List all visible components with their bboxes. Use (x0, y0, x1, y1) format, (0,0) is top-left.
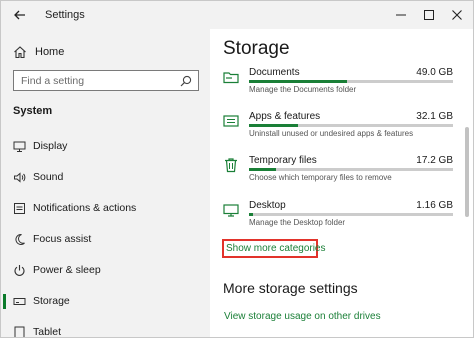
scrollbar[interactable] (465, 127, 469, 217)
sidebar-item-sound[interactable]: Sound (1, 163, 210, 191)
sidebar: Home System Display Sound (1, 29, 210, 338)
main-content: Storage Documents 49.0 GB Manage the Doc… (210, 29, 473, 337)
sidebar-item-label: Power & sleep (33, 264, 101, 276)
home-icon (14, 46, 26, 59)
search-box[interactable] (13, 70, 199, 91)
category-size: 17.2 GB (416, 155, 453, 166)
home-nav-item[interactable]: Home (13, 44, 64, 60)
page-title: Storage (223, 38, 290, 59)
sidebar-item-display[interactable]: Display (1, 132, 210, 160)
storage-category-documents[interactable]: Documents 49.0 GB Manage the Documents f… (223, 67, 453, 103)
view-other-drives-link[interactable]: View storage usage on other drives (224, 311, 381, 322)
category-name: Apps & features (249, 111, 321, 122)
usage-bar (249, 80, 453, 83)
category-description: Manage the Desktop folder (249, 218, 346, 227)
sidebar-item-label: Sound (33, 171, 64, 183)
window-title: Settings (45, 9, 85, 21)
settings-window: Settings Home System (0, 0, 474, 338)
category-name: Temporary files (249, 155, 317, 166)
usage-bar-fill (249, 213, 254, 216)
usage-bar (249, 124, 453, 127)
search-icon[interactable] (180, 75, 192, 87)
category-description: Uninstall unused or undesired apps & fea… (249, 129, 414, 138)
active-indicator (3, 294, 6, 309)
notifications-icon (14, 202, 25, 214)
monitor-icon (13, 141, 26, 152)
storage-category-temporary-files[interactable]: Temporary files 17.2 GB Choose which tem… (223, 155, 453, 191)
sidebar-item-label: Display (33, 140, 68, 152)
usage-bar (249, 213, 453, 216)
sidebar-item-label: Focus assist (33, 233, 92, 245)
category-size: 49.0 GB (416, 67, 453, 78)
sidebar-item-tablet[interactable]: Tablet (1, 318, 210, 338)
title-bar: Settings (1, 1, 473, 29)
show-more-categories-link[interactable]: Show more categories (226, 243, 326, 254)
power-icon (14, 264, 25, 276)
sidebar-item-focus-assist[interactable]: Focus assist (1, 225, 210, 253)
back-arrow-icon[interactable] (12, 7, 28, 23)
sidebar-item-label: Tablet (33, 326, 62, 338)
sidebar-item-label: Storage (33, 295, 70, 307)
usage-bar-fill (249, 80, 347, 83)
usage-bar (249, 168, 453, 171)
trash-icon (225, 158, 237, 173)
desktop-icon (223, 204, 239, 217)
show-more-categories-highlight: Show more categories (222, 239, 326, 258)
category-size: 1.16 GB (416, 200, 453, 211)
sidebar-item-storage[interactable]: Storage (1, 287, 210, 315)
folder-icon (223, 72, 239, 84)
storage-category-apps[interactable]: Apps & features 32.1 GB Uninstall unused… (223, 111, 453, 147)
sidebar-item-notifications[interactable]: Notifications & actions (1, 194, 210, 222)
maximize-icon[interactable] (420, 6, 438, 24)
sidebar-item-power-sleep[interactable]: Power & sleep (1, 256, 210, 284)
category-description: Choose which temporary files to remove (249, 173, 392, 182)
storage-category-desktop[interactable]: Desktop 1.16 GB Manage the Desktop folde… (223, 200, 453, 236)
speaker-icon (14, 171, 26, 183)
category-name: Documents (249, 67, 300, 78)
tablet-icon (14, 326, 25, 337)
search-input[interactable] (14, 71, 174, 90)
category-size: 32.1 GB (416, 111, 453, 122)
moon-icon (15, 233, 25, 245)
usage-bar-fill (249, 168, 276, 171)
category-name: Desktop (249, 200, 286, 211)
apps-icon (223, 115, 239, 127)
category-description: Manage the Documents folder (249, 85, 357, 94)
more-storage-settings-heading: More storage settings (223, 280, 358, 296)
home-label: Home (35, 46, 65, 58)
usage-bar-fill (249, 124, 298, 127)
close-icon[interactable] (448, 6, 466, 24)
section-heading: System (13, 105, 53, 117)
sidebar-item-label: Notifications & actions (33, 202, 137, 214)
minimize-icon[interactable] (392, 6, 410, 24)
storage-icon (13, 297, 26, 305)
